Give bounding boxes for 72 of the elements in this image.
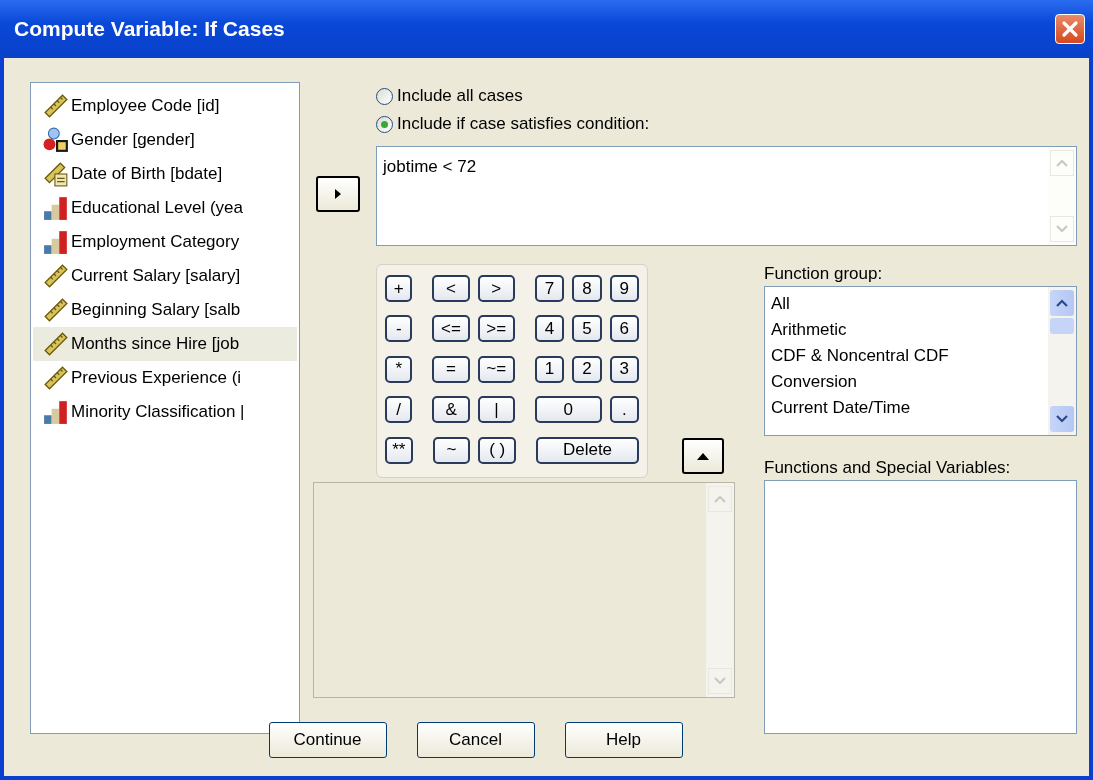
keypad-key[interactable]: . xyxy=(609,396,639,424)
radio-button[interactable] xyxy=(376,115,393,133)
keypad-key[interactable]: >= xyxy=(477,315,515,343)
variable-list[interactable] xyxy=(30,82,300,734)
keypad-key[interactable]: ~= xyxy=(477,355,515,383)
bar-chart-icon xyxy=(43,229,69,255)
variable-item[interactable]: Current Salary [salary] xyxy=(33,259,297,293)
keypad-key[interactable]: 5 xyxy=(572,315,602,343)
function-group-item[interactable]: Conversion xyxy=(771,369,1048,395)
radio-label[interactable]: Include all cases xyxy=(397,86,523,106)
dialog-button[interactable]: Cancel xyxy=(416,722,535,758)
radio-label[interactable]: Include if case satisfies condition: xyxy=(397,114,650,134)
variable-item[interactable]: Previous Experience (i xyxy=(33,361,297,395)
keypad-key[interactable]: = xyxy=(432,355,470,383)
scroll-up-icon[interactable] xyxy=(1050,290,1074,316)
keypad-key[interactable]: ( ) xyxy=(478,436,517,464)
right-triangle-icon xyxy=(333,188,343,200)
keypad-key[interactable]: ~ xyxy=(432,436,471,464)
functions-label: Functions and Special Variables: xyxy=(764,458,1012,479)
function-group-list[interactable]: All Arithmetic CDF & Noncentral CDF Conversion Current Date/Time xyxy=(764,286,1077,436)
up-triangle-icon xyxy=(696,451,710,461)
keypad-key[interactable]: * xyxy=(385,355,413,383)
ruler-icon xyxy=(43,263,69,289)
bar-chart-icon xyxy=(43,399,69,425)
keypad-key[interactable]: 4 xyxy=(534,315,565,343)
variable-item[interactable]: Minority Classification | xyxy=(33,395,297,429)
ruler-icon xyxy=(43,93,69,119)
function-group-item[interactable]: All xyxy=(771,291,1048,317)
close-button[interactable] xyxy=(1055,14,1085,44)
keypad-key[interactable]: 7 xyxy=(534,275,565,302)
variable-item[interactable]: Gender [gender] xyxy=(33,123,297,157)
calendar-ruler-icon xyxy=(43,161,69,187)
ruler-icon xyxy=(43,365,69,391)
variable-item[interactable]: Beginning Salary [salb xyxy=(33,293,297,327)
variable-item[interactable]: Date of Birth [bdate] xyxy=(33,157,297,191)
radio-button[interactable] xyxy=(376,87,393,105)
keypad-key[interactable]: 1 xyxy=(534,355,565,383)
variable-item[interactable]: Employment Category xyxy=(33,225,297,259)
keypad-key[interactable]: 9 xyxy=(609,275,639,302)
function-group-label: Function group: xyxy=(764,264,884,285)
keypad-key[interactable]: > xyxy=(477,275,515,302)
keypad-key[interactable]: 3 xyxy=(609,355,639,383)
keypad-key[interactable]: < xyxy=(432,275,470,302)
scroll-down-icon[interactable] xyxy=(1050,406,1074,432)
move-right-button[interactable] xyxy=(316,176,360,212)
dialog-button[interactable]: Continue xyxy=(268,722,387,758)
keypad-key[interactable]: 6 xyxy=(609,315,639,343)
keypad-key[interactable]: 8 xyxy=(572,275,602,302)
keypad-key[interactable]: <= xyxy=(432,315,470,343)
dialog-button[interactable]: Help xyxy=(564,722,683,758)
keypad-key[interactable]: ** xyxy=(385,436,413,464)
bar-chart-icon xyxy=(43,195,69,221)
keypad-key[interactable]: / xyxy=(385,396,413,424)
move-up-button[interactable] xyxy=(682,438,724,474)
ruler-icon xyxy=(43,297,69,323)
ruler-icon xyxy=(43,331,69,357)
function-group-item[interactable]: Current Date/Time xyxy=(771,395,1048,421)
variable-item[interactable]: Employee Code [id] xyxy=(33,89,297,123)
window-title: Compute Variable: If Cases xyxy=(14,17,285,41)
keypad-key[interactable]: & xyxy=(432,396,470,424)
function-group-item[interactable]: Arithmetic xyxy=(771,317,1048,343)
keypad-key[interactable]: Delete xyxy=(536,436,639,464)
variable-item[interactable]: Months since Hire [job xyxy=(33,327,297,361)
keypad-key[interactable]: + xyxy=(385,275,413,302)
shapes-icon xyxy=(43,127,69,153)
keypad-key[interactable]: | xyxy=(477,396,515,424)
variable-item[interactable]: Educational Level (yea xyxy=(33,191,297,225)
scroll-thumb[interactable] xyxy=(1050,318,1074,334)
keypad-key[interactable]: - xyxy=(385,315,413,343)
keypad-key[interactable]: 0 xyxy=(534,396,602,424)
function-group-item[interactable]: CDF & Noncentral CDF xyxy=(771,343,1048,369)
keypad-key[interactable]: 2 xyxy=(572,355,602,383)
